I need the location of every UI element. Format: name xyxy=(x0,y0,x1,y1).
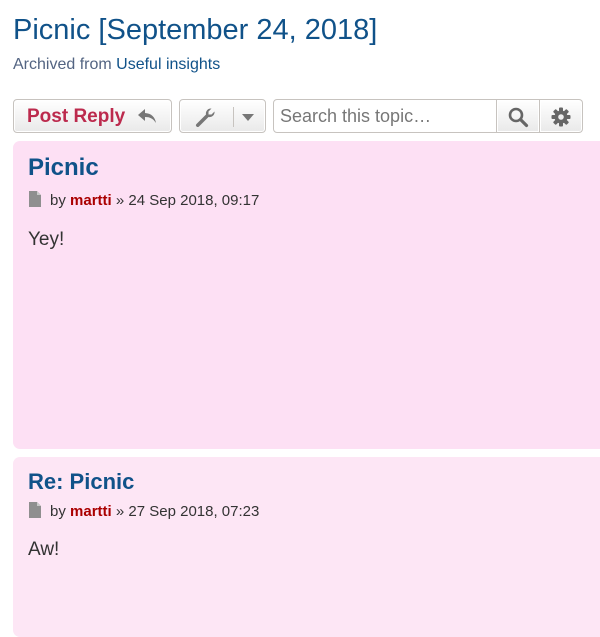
gear-icon xyxy=(551,107,571,127)
post-author-link[interactable]: martti xyxy=(70,503,112,520)
search-button[interactable] xyxy=(497,99,540,133)
topic-date-link[interactable]: September 24, 2018 xyxy=(106,14,369,46)
wrench-icon xyxy=(196,108,215,127)
post-author-link[interactable]: martti xyxy=(70,192,112,209)
document-icon[interactable] xyxy=(28,502,42,518)
post-meta: by martti » 27 Sep 2018, 07:23 xyxy=(28,502,259,521)
topic-tools-button[interactable] xyxy=(179,99,266,133)
date-close-bracket: ] xyxy=(369,14,378,46)
forum-link[interactable]: Useful insights xyxy=(116,56,220,73)
post-content: Aw! xyxy=(28,539,60,560)
search-icon xyxy=(508,107,529,128)
post-title-link[interactable]: Picnic xyxy=(28,154,99,182)
post-content: Yey! xyxy=(28,229,65,250)
archived-from: Archived from Useful insights xyxy=(13,55,220,75)
post-1: Picnic by martti » 24 Sep 2018, 09:17 Ye… xyxy=(13,141,600,449)
reply-icon xyxy=(138,109,156,123)
post-datetime: 24 Sep 2018, 09:17 xyxy=(128,192,260,209)
by-label: by xyxy=(50,192,66,209)
post-2: Re: Picnic by martti » 27 Sep 2018, 07:2… xyxy=(13,457,600,637)
post-reply-label: Post Reply xyxy=(27,106,126,127)
post-meta: by martti » 24 Sep 2018, 09:17 xyxy=(28,191,259,210)
document-icon[interactable] xyxy=(28,191,42,207)
search-topic-input[interactable] xyxy=(273,99,497,133)
advanced-search-button[interactable] xyxy=(540,99,583,133)
meta-separator: » xyxy=(115,192,125,209)
by-label: by xyxy=(50,503,66,520)
post-title-link[interactable]: Re: Picnic xyxy=(28,469,134,495)
meta-separator: » xyxy=(115,503,125,520)
tools-divider xyxy=(233,107,234,127)
post-datetime: 27 Sep 2018, 07:23 xyxy=(128,503,260,520)
topic-title: Picnic [September 24, 2018] xyxy=(13,12,377,48)
post-reply-button[interactable]: Post Reply xyxy=(13,99,172,133)
caret-down-icon xyxy=(242,114,254,121)
archived-prefix: Archived from xyxy=(13,56,112,73)
topic-title-link[interactable]: Picnic xyxy=(13,14,90,46)
